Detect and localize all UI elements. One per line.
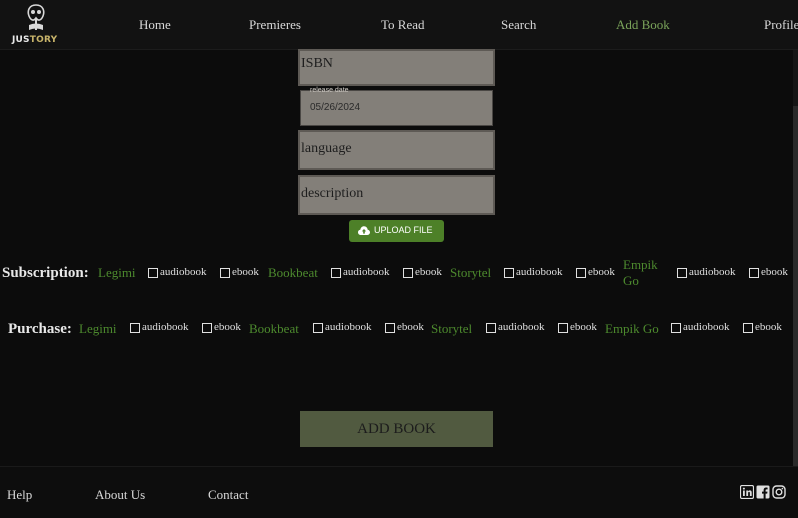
purchase-bookbeat-ebook-checkbox[interactable] — [385, 323, 395, 333]
purchase-bookbeat-audiobook-checkbox[interactable] — [313, 323, 323, 333]
purchase-bookbeat-ebook-label: ebook — [397, 321, 424, 333]
nav-profile[interactable]: Profile — [764, 17, 798, 33]
subscription-empik-go-audiobook-label: audiobook — [689, 266, 736, 278]
subscription-provider-bookbeat: Bookbeat — [268, 265, 318, 280]
top-navbar: JUSTORY Home Premieres To Read Search Ad… — [0, 0, 798, 50]
purchase-legimi-audiobook-checkbox[interactable] — [130, 323, 140, 333]
purchase-legimi-audiobook-label: audiobook — [142, 321, 189, 333]
release-date-label: release date — [310, 87, 349, 94]
nav-search[interactable]: Search — [501, 17, 536, 33]
purchase-provider-empik-go: Empik Go — [605, 321, 659, 336]
footer-link-contact[interactable]: Contact — [208, 487, 248, 503]
subscription-legimi-audiobook-label: audiobook — [160, 266, 207, 278]
add-book-button[interactable]: ADD BOOK — [300, 411, 493, 447]
nav-premieres[interactable]: Premieres — [249, 17, 301, 33]
purchase-provider-storytel: Storytel — [431, 321, 473, 336]
purchase-provider-legimi: Legimi — [79, 321, 117, 336]
release-date-field[interactable]: release date 05/26/2024 — [300, 87, 493, 126]
isbn-field[interactable]: ISBN — [298, 49, 495, 86]
purchase-storytel-audiobook-label: audiobook — [498, 321, 545, 333]
subscription-bookbeat-audiobook-label: audiobook — [343, 266, 390, 278]
subscription-storytel-audiobook-label: audiobook — [516, 266, 563, 278]
logo-wordmark: JUSTORY — [12, 35, 58, 45]
page-scrollbar[interactable] — [793, 0, 798, 518]
upload-file-button[interactable]: UPLOAD FILE — [349, 220, 444, 242]
nav-to-read[interactable]: To Read — [381, 17, 425, 33]
subscription-provider-storytel: Storytel — [450, 265, 492, 280]
purchase-bookbeat-audiobook-label: audiobook — [325, 321, 372, 333]
language-field[interactable]: language — [298, 130, 495, 170]
subscription-bookbeat-ebook-label: ebook — [415, 266, 442, 278]
purchase-storytel-ebook-checkbox[interactable] — [558, 323, 568, 333]
subscription-empik-go-ebook-checkbox[interactable] — [749, 268, 759, 278]
cloud-upload-icon — [358, 226, 370, 235]
purchase-storytel-ebook-label: ebook — [570, 321, 597, 333]
subscription-empik-go-audiobook-checkbox[interactable] — [677, 268, 687, 278]
subscription-storytel-ebook-label: ebook — [588, 266, 615, 278]
subscription-legimi-ebook-checkbox[interactable] — [220, 268, 230, 278]
purchase-empik-go-ebook-checkbox[interactable] — [743, 323, 753, 333]
upload-file-label: UPLOAD FILE — [374, 225, 433, 235]
subscription-storytel-ebook-checkbox[interactable] — [576, 268, 586, 278]
purchase-empik-go-audiobook-checkbox[interactable] — [671, 323, 681, 333]
nav-home[interactable]: Home — [139, 17, 171, 33]
subscription-provider-empik-line1: Empik — [623, 257, 658, 272]
purchase-empik-go-audiobook-label: audiobook — [683, 321, 730, 333]
footer-link-help[interactable]: Help — [7, 487, 32, 503]
subscription-provider-legimi: Legimi — [98, 265, 136, 280]
subscription-bookbeat-audiobook-checkbox[interactable] — [331, 268, 341, 278]
description-field[interactable]: description — [298, 175, 495, 215]
purchase-provider-bookbeat: Bookbeat — [249, 321, 299, 336]
subscription-provider-empik-go: Empik Go — [623, 257, 658, 289]
purchase-title: Purchase: — [8, 321, 72, 337]
subscription-title: Subscription: — [2, 265, 89, 281]
subscription-legimi-ebook-label: ebook — [232, 266, 259, 278]
purchase-storytel-audiobook-checkbox[interactable] — [486, 323, 496, 333]
purchase-empik-go-ebook-label: ebook — [755, 321, 782, 333]
subscription-empik-go-ebook-label: ebook — [761, 266, 788, 278]
subscription-storytel-audiobook-checkbox[interactable] — [504, 268, 514, 278]
footer-link-about-us[interactable]: About Us — [95, 487, 145, 503]
footer: Help About Us Contact — [0, 466, 798, 518]
purchase-legimi-ebook-checkbox[interactable] — [202, 323, 212, 333]
linkedin-icon[interactable] — [740, 485, 754, 499]
facebook-icon[interactable] — [756, 485, 770, 499]
subscription-bookbeat-ebook-checkbox[interactable] — [403, 268, 413, 278]
nav-add-book[interactable]: Add Book — [616, 17, 670, 33]
page-scrollbar-thumb[interactable] — [793, 106, 798, 466]
release-date-value: 05/26/2024 — [310, 102, 361, 113]
subscription-legimi-audiobook-checkbox[interactable] — [148, 268, 158, 278]
logo[interactable]: JUSTORY — [10, 3, 62, 47]
instagram-icon[interactable] — [772, 485, 786, 499]
purchase-legimi-ebook-label: ebook — [214, 321, 241, 333]
book-tree-logo-icon — [27, 4, 45, 30]
subscription-provider-empik-line2: Go — [623, 273, 639, 288]
